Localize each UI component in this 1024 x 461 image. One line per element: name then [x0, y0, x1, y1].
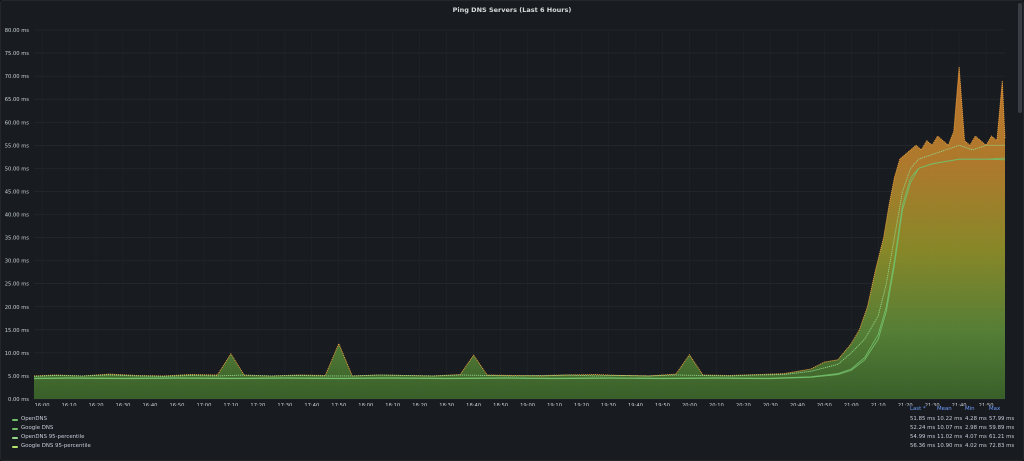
- legend-last-value: 52.24 ms: [910, 425, 936, 431]
- legend-row-google-dns[interactable]: Google DNS 52.24 ms 10.07 ms 2.98 ms 59.…: [1, 425, 1023, 434]
- legend-min-value: 4.02 ms: [965, 443, 987, 449]
- y-tick-label: 40.00 ms: [5, 213, 30, 219]
- y-tick-label: 70.00 ms: [5, 74, 30, 80]
- y-tick-label: 5.00 ms: [8, 374, 29, 380]
- legend-max-value: 59.89 ms: [989, 425, 1015, 431]
- legend-min-value: 4.07 ms: [965, 434, 987, 440]
- y-tick-label: 0.00 ms: [8, 397, 29, 403]
- y-tick-label: 45.00 ms: [5, 189, 30, 195]
- ping-chart: 0.00 ms 5.00 ms 10.00 ms 15.00 ms 20.00 ms 25…: [5, 28, 1006, 406]
- graph-panel: Ping DNS Servers (Last 6 Hours) 0.00 ms 5…: [0, 0, 1024, 461]
- legend-max-value: 57.99 ms: [989, 416, 1015, 422]
- y-tick-label: 55.00 ms: [5, 143, 30, 149]
- legend-series-name[interactable]: Google DNS 95-percentile: [21, 443, 91, 449]
- legend-mean-value: 10.90 ms: [937, 443, 963, 449]
- legend-header-mean[interactable]: Mean: [937, 406, 952, 414]
- area-fill: [34, 66, 1005, 400]
- legend-row-opendns[interactable]: OpenDNS 51.85 ms 10.22 ms 4.28 ms 57.99 …: [1, 416, 1023, 425]
- legend-swatch: [12, 437, 18, 439]
- y-tick-label: 50.00 ms: [5, 166, 30, 172]
- legend-series-name[interactable]: Google DNS: [21, 425, 53, 431]
- legend-min-value: 2.98 ms: [965, 425, 987, 431]
- legend-last-value: 56.36 ms: [910, 443, 936, 449]
- y-tick-label: 30.00 ms: [5, 259, 30, 265]
- legend-header-max[interactable]: Max: [989, 406, 1000, 414]
- legend-row-opendns-95[interactable]: OpenDNS 95-percentile 54.99 ms 11.02 ms …: [1, 434, 1023, 443]
- y-tick-label: 15.00 ms: [5, 328, 30, 334]
- legend-mean-value: 11.02 ms: [937, 434, 963, 440]
- y-tick-label: 75.00 ms: [5, 51, 30, 57]
- y-tick-label: 60.00 ms: [5, 120, 30, 126]
- panel-scrollbar[interactable]: [1018, 3, 1022, 113]
- legend-series-name[interactable]: OpenDNS: [21, 416, 47, 422]
- y-tick-label: 80.00 ms: [5, 28, 30, 34]
- legend-min-value: 4.28 ms: [965, 416, 987, 422]
- legend-series-name[interactable]: OpenDNS 95-percentile: [21, 434, 84, 440]
- legend-table: Last * Mean Min Max OpenDNS 51.85 ms 10.…: [1, 406, 1023, 456]
- y-tick-label: 65.00 ms: [5, 97, 30, 103]
- legend-swatch: [12, 419, 18, 421]
- legend-mean-value: 10.07 ms: [937, 425, 963, 431]
- legend-swatch: [12, 446, 18, 448]
- legend-max-value: 61.21 ms: [989, 434, 1015, 440]
- legend-row-google-dns-95[interactable]: Google DNS 95-percentile 56.36 ms 10.90 …: [1, 443, 1023, 452]
- legend-swatch: [12, 428, 18, 430]
- legend-header-min[interactable]: Min: [965, 406, 975, 414]
- legend-last-value: 51.85 ms: [910, 416, 936, 422]
- legend-last-value: 54.99 ms: [910, 434, 936, 440]
- y-tick-label: 20.00 ms: [5, 305, 30, 311]
- y-tick-label: 35.00 ms: [5, 236, 30, 242]
- legend-header-last[interactable]: Last *: [910, 406, 926, 414]
- y-tick-label: 10.00 ms: [5, 351, 30, 357]
- legend-mean-value: 10.22 ms: [937, 416, 963, 422]
- legend-max-value: 72.83 ms: [989, 443, 1015, 449]
- y-tick-label: 25.00 ms: [5, 282, 30, 288]
